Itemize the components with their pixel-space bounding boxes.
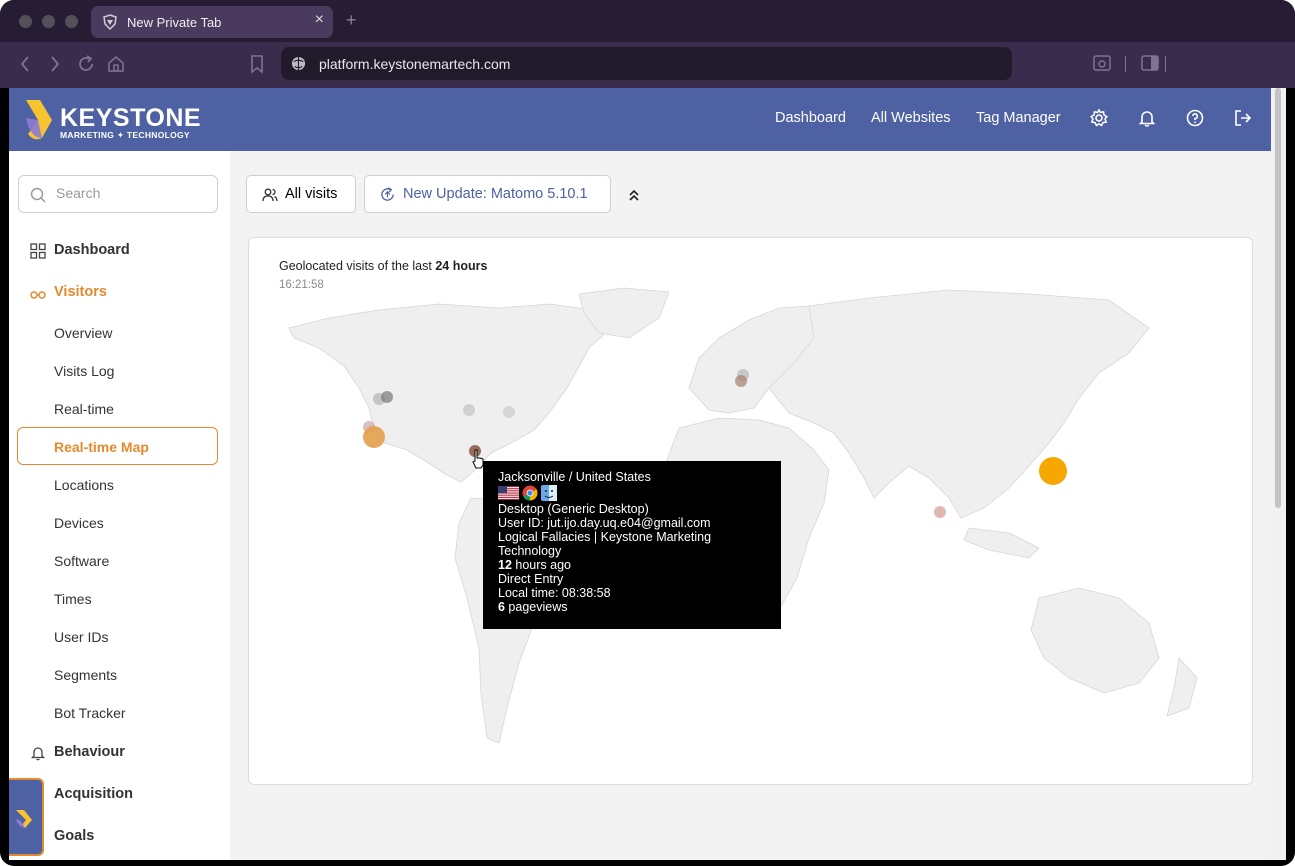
tooltip-local-time: Local time: 08:38:58: [498, 586, 611, 600]
macos-finder-icon: [541, 484, 557, 501]
keystone-logo[interactable]: KEYSTONE MARKETING ✦ TECHNOLOGY: [22, 96, 202, 144]
tooltip-time-ago: 12 hours ago: [498, 558, 766, 572]
nav-dashboard[interactable]: Dashboard: [775, 110, 846, 126]
update-icon: [381, 187, 394, 201]
visit-marker[interactable]: [1039, 457, 1067, 485]
sidebar-item-dashboard[interactable]: Dashboard: [54, 242, 130, 258]
users-icon: [262, 188, 278, 202]
sidebar-item-times[interactable]: Times: [54, 591, 92, 607]
dashboard-grid-icon: [30, 243, 46, 259]
collapse-chevrons-icon[interactable]: [627, 188, 641, 202]
help-icon[interactable]: [1185, 108, 1205, 128]
continent-north-america: [288, 303, 610, 483]
sidebar-item-visitors[interactable]: Visitors: [54, 284, 107, 300]
forward-icon[interactable]: [49, 54, 61, 74]
search-field[interactable]: [18, 175, 218, 213]
keystone-mark-icon: [26, 100, 52, 140]
close-tab-icon[interactable]: ×: [315, 11, 324, 29]
sidebar-item-software[interactable]: Software: [54, 553, 109, 569]
sidebar-item-behaviour[interactable]: Behaviour: [54, 744, 125, 760]
tooltip-referrer: Direct Entry: [498, 572, 564, 586]
nav-tag-manager[interactable]: Tag Manager: [976, 110, 1061, 126]
shield-icon: [103, 14, 117, 30]
tooltip-pageviews-label: pageviews: [504, 600, 568, 614]
sidebar-item-goals[interactable]: Goals: [54, 828, 94, 844]
toolbar-divider: [1165, 56, 1166, 72]
bell-icon: [30, 747, 46, 761]
tooltip-pageviews-value: 6: [498, 600, 505, 614]
sidebar-item-visits-log[interactable]: Visits Log: [54, 363, 114, 379]
keystone-mark-icon: [16, 810, 32, 828]
toolbar-divider: [1125, 56, 1126, 72]
continent-new-zealand: [1166, 657, 1198, 717]
close-window-button[interactable]: [19, 15, 32, 28]
browser-window: New Private Tab × + platform.keystonemar…: [0, 0, 1295, 866]
reader-mode-icon[interactable]: [1093, 55, 1111, 71]
tab-title: New Private Tab: [127, 14, 222, 30]
tooltip-device: Desktop (Generic Desktop): [498, 502, 649, 516]
sidebar-item-user-ids[interactable]: User IDs: [54, 629, 108, 645]
segment-selector-button[interactable]: All visits: [246, 175, 356, 213]
sidebar-item-devices[interactable]: Devices: [54, 515, 104, 531]
update-notice-button[interactable]: New Update: Matomo 5.10.1: [364, 175, 611, 213]
visit-marker[interactable]: [503, 406, 515, 418]
home-icon[interactable]: [107, 54, 125, 74]
segment-label: All visits: [285, 186, 338, 202]
sidebar-item-locations[interactable]: Locations: [54, 477, 114, 493]
gear-icon[interactable]: [1089, 108, 1109, 128]
chrome-icon: [522, 485, 538, 500]
sidebar-item-acquisition[interactable]: Acquisition: [54, 786, 133, 802]
site-info-icon[interactable]: [291, 56, 306, 71]
page-scrollbar[interactable]: [1271, 88, 1286, 860]
us-flag-icon: [498, 485, 519, 500]
tooltip-pageviews: 6 pageviews: [498, 600, 766, 614]
continent-indonesia: [963, 527, 1040, 559]
visit-tooltip: Jacksonville / United States Desktop (Ge…: [483, 461, 781, 629]
top-header: KEYSTONE MARKETING ✦ TECHNOLOGY Dashboar…: [9, 88, 1271, 151]
scrollbar-thumb[interactable]: [1275, 88, 1281, 508]
tooltip-page-title: Logical Fallacies | Keystone Marketing T…: [498, 530, 712, 558]
tooltip-hours-label: hours ago: [511, 558, 571, 572]
back-icon[interactable]: [19, 54, 31, 74]
tooltip-location: Jacksonville / United States: [498, 470, 651, 484]
tooltip-icons: [498, 484, 766, 501]
sidebar-item-bot-tracker[interactable]: Bot Tracker: [54, 705, 126, 721]
floating-widget-tab[interactable]: [9, 778, 44, 856]
minimize-window-button[interactable]: [42, 15, 55, 28]
sidebar-toggle-icon[interactable]: [1141, 55, 1159, 71]
tooltip-user-id: User ID: jut.ijo.day.uq.e04@gmail.com: [498, 516, 711, 530]
tab-bar: New Private Tab × +: [0, 0, 1295, 42]
bookmark-icon[interactable]: [250, 54, 264, 74]
update-label: New Update: Matomo 5.10.1: [403, 186, 588, 202]
app-root: KEYSTONE MARKETING ✦ TECHNOLOGY Dashboar…: [9, 88, 1271, 860]
nav-all-websites[interactable]: All Websites: [871, 110, 951, 126]
browser-tab[interactable]: New Private Tab ×: [91, 6, 333, 38]
new-tab-icon[interactable]: +: [346, 10, 357, 31]
search-input[interactable]: [56, 185, 206, 201]
continent-australia: [1030, 587, 1160, 694]
sidebar-item-overview[interactable]: Overview: [54, 325, 112, 341]
sidebar-item-real-time[interactable]: Real-time: [54, 401, 114, 417]
glasses-icon: [30, 291, 46, 299]
visit-marker[interactable]: [463, 404, 475, 416]
visit-marker[interactable]: [381, 391, 393, 403]
tooltip-hours-value: 12: [498, 558, 512, 572]
sidebar-item-real-time-map[interactable]: Real-time Map: [54, 439, 149, 455]
logout-icon[interactable]: [1233, 108, 1253, 128]
visit-marker[interactable]: [363, 426, 385, 448]
url-text: platform.keystonemartech.com: [319, 55, 511, 72]
browser-toolbar: platform.keystonemartech.com: [0, 42, 1295, 88]
address-bar[interactable]: platform.keystonemartech.com: [281, 47, 1012, 80]
sidebar: Dashboard Visitors Overview Visits Log R…: [9, 151, 230, 860]
bell-icon[interactable]: [1137, 108, 1157, 128]
sidebar-item-segments[interactable]: Segments: [54, 667, 117, 683]
search-icon: [30, 187, 46, 203]
logo-tagline: MARKETING ✦ TECHNOLOGY: [60, 130, 190, 140]
visit-marker[interactable]: [735, 375, 747, 387]
reload-icon[interactable]: [77, 54, 95, 74]
zoom-window-button[interactable]: [65, 15, 78, 28]
logo-wordmark: KEYSTONE: [60, 104, 202, 132]
visit-marker[interactable]: [934, 506, 946, 518]
